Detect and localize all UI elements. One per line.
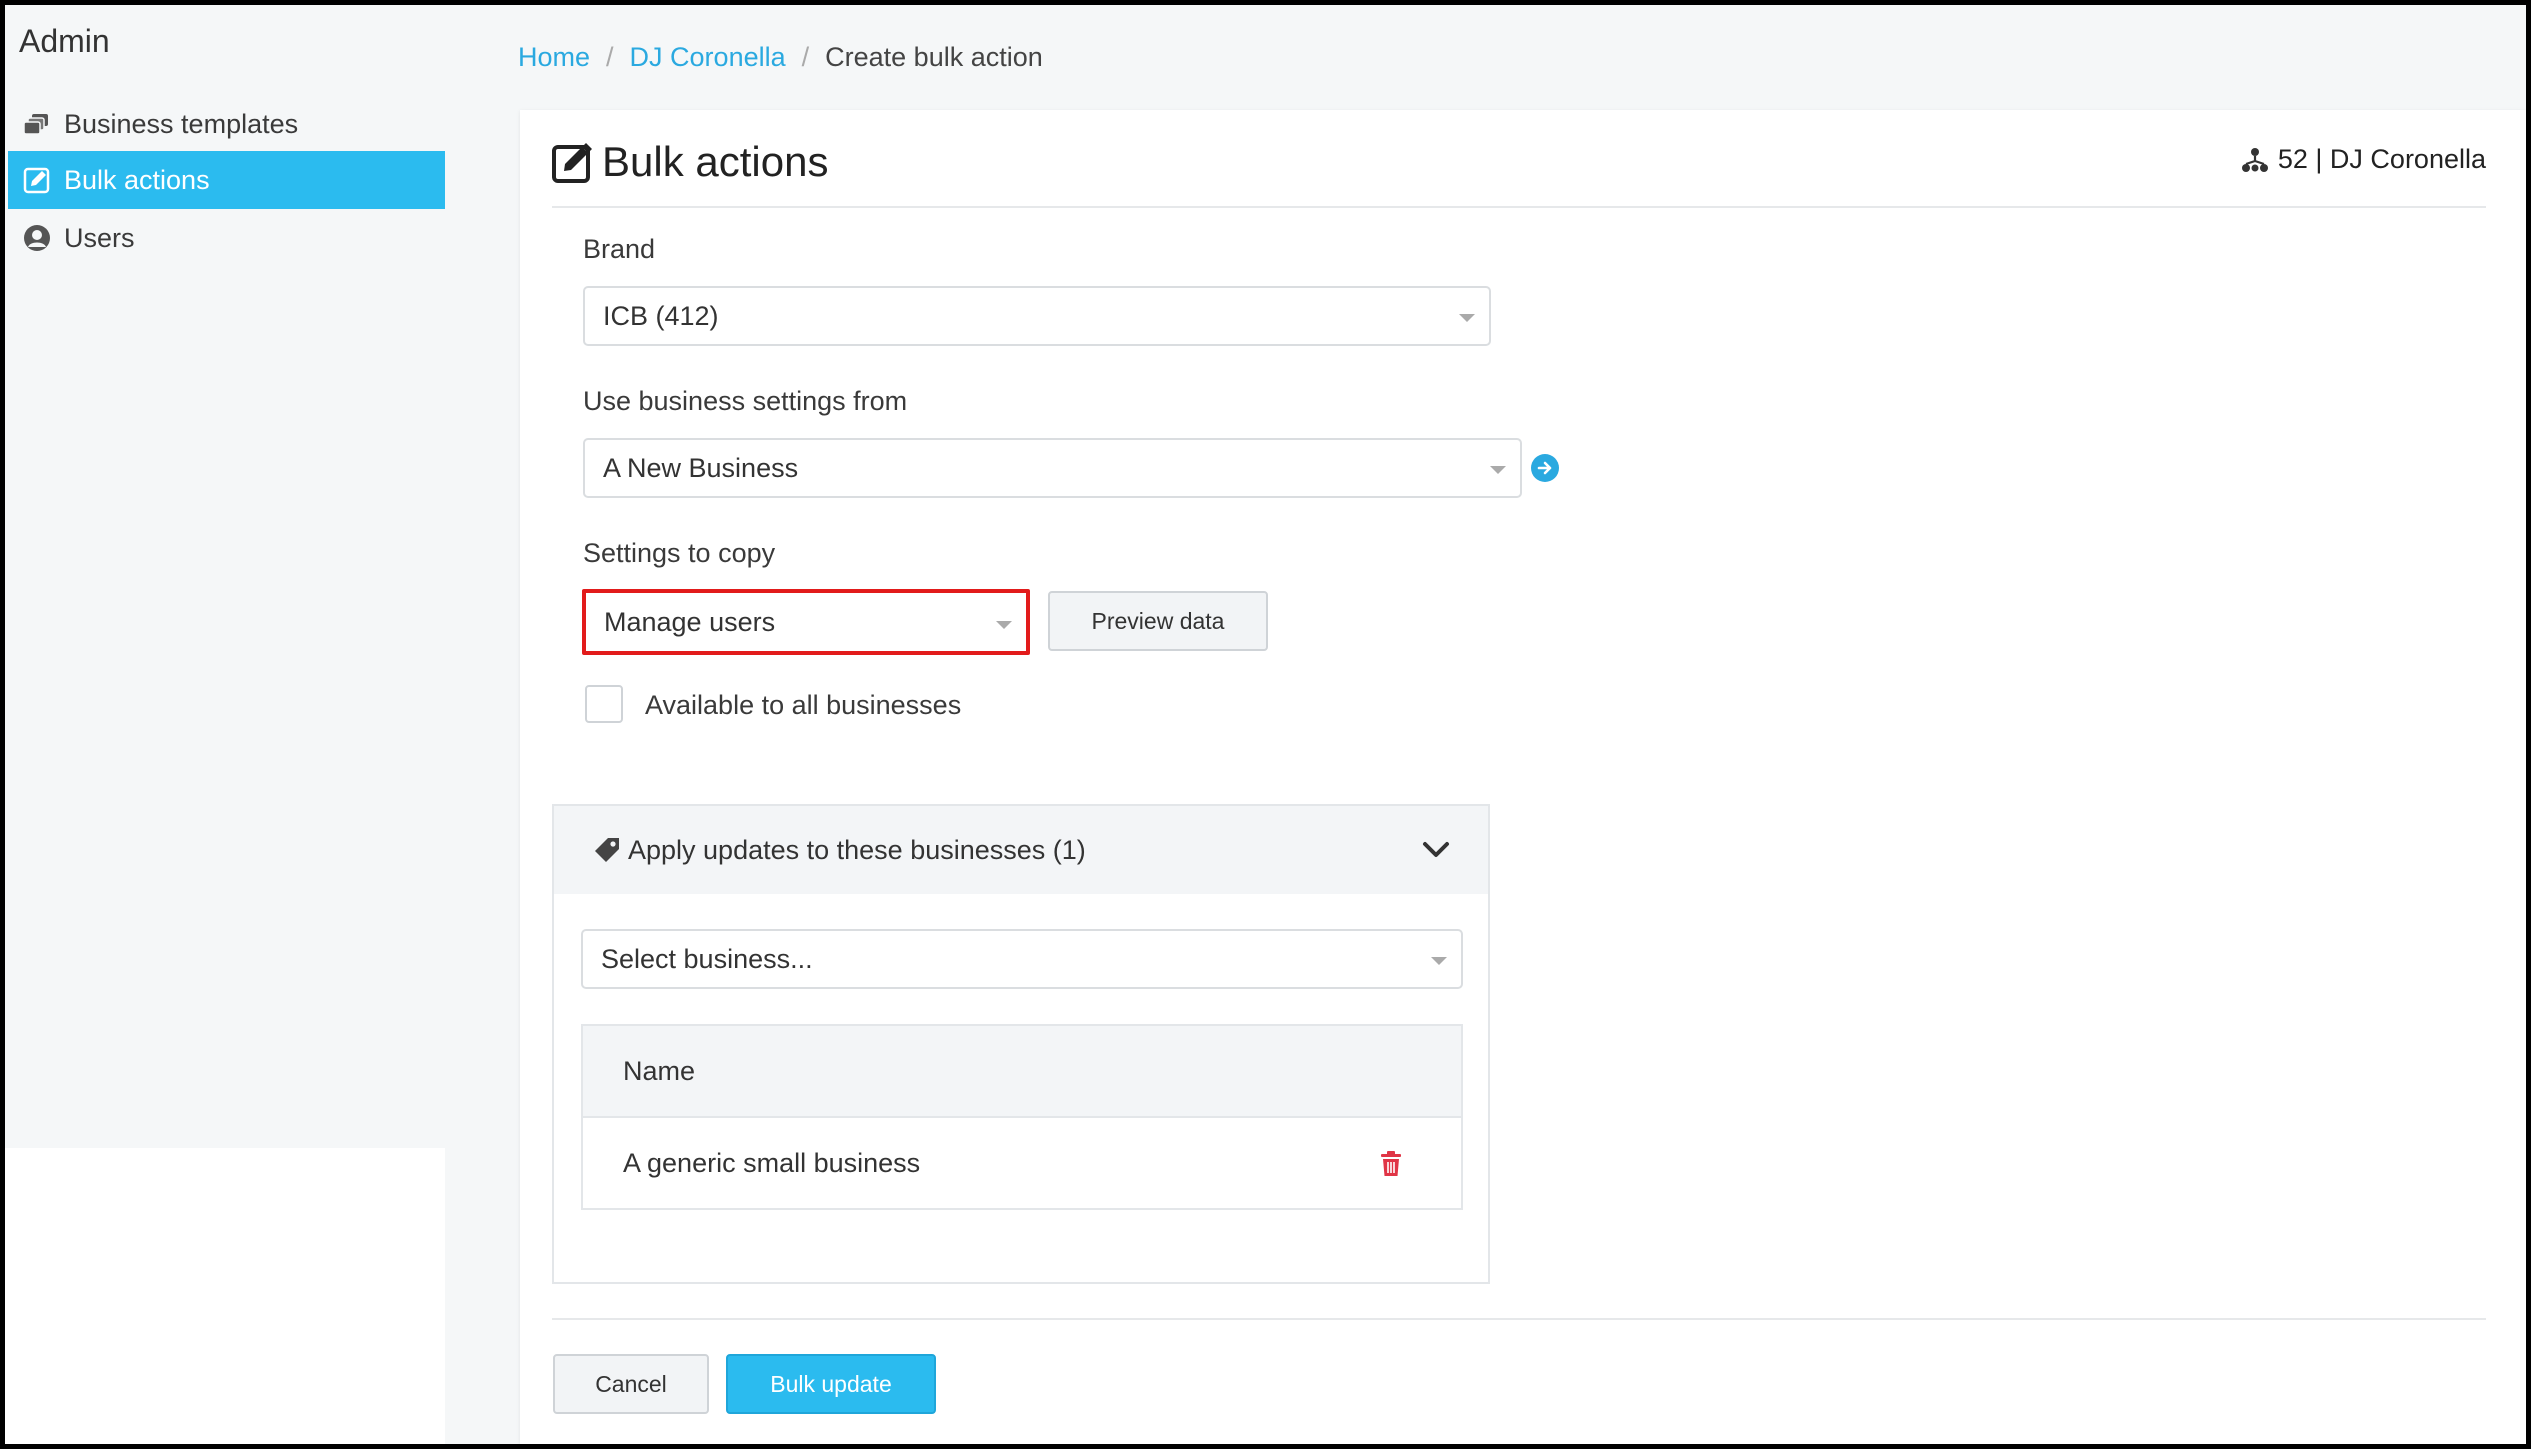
breadcrumb-separator: / (606, 42, 614, 72)
available-all-label: Available to all businesses (645, 690, 962, 720)
card-header: Bulk actions 52 | DJ Coronella (552, 132, 2486, 208)
trash-icon[interactable] (1379, 1150, 1403, 1178)
settings-select[interactable]: Manage users (582, 589, 1030, 655)
sidebar-item-label: Bulk actions (64, 164, 210, 195)
arrow-right-icon (1537, 461, 1552, 475)
go-to-business-button[interactable] (1531, 454, 1559, 482)
sidebar: Admin Business templates Bulk actions Us… (5, 5, 446, 1148)
available-all-checkbox[interactable] (585, 685, 623, 723)
breadcrumb-parent-link[interactable]: DJ Coronella (630, 42, 786, 73)
sidebar-item-label: Business templates (64, 108, 299, 139)
bulk-update-button[interactable]: Bulk update (726, 1354, 936, 1414)
chevron-down-icon (1459, 314, 1475, 322)
chevron-down-icon (1431, 957, 1447, 965)
breadcrumb-separator: / (801, 42, 810, 72)
bulk-action-card: Bulk actions 52 | DJ Coronella Brand ICB… (520, 110, 2526, 1444)
sidebar-item-bulk-actions[interactable]: Bulk actions (8, 151, 445, 209)
edit-icon (22, 165, 52, 195)
source-business-select[interactable]: A New Business (583, 438, 1522, 498)
chevron-down-icon (996, 621, 1012, 629)
source-business-label: Use business settings from (583, 386, 908, 416)
tag-icon (595, 838, 619, 862)
breadcrumb-current: Create bulk action (825, 42, 1043, 72)
business-name-cell: A generic small business (623, 1147, 921, 1178)
sidebar-item-users[interactable]: Users (8, 209, 445, 267)
sidebar-title: Admin (19, 23, 110, 59)
edit-icon (552, 143, 592, 183)
templates-icon (22, 109, 52, 139)
cancel-button[interactable]: Cancel (553, 1354, 709, 1414)
account-label: 52 | DJ Coronella (2277, 144, 2486, 174)
sidebar-item-label: Users (64, 222, 135, 253)
page-title: Bulk actions (602, 138, 829, 185)
business-select-placeholder: Select business... (601, 943, 813, 974)
org-tree-icon (2241, 147, 2268, 172)
businesses-panel-header[interactable]: Apply updates to these businesses (1) (554, 806, 1488, 894)
preview-data-button[interactable]: Preview data (1048, 591, 1268, 651)
brand-label: Brand (583, 234, 656, 264)
column-header-name: Name (623, 1055, 696, 1086)
source-business-value: A New Business (603, 452, 799, 483)
brand-select[interactable]: ICB (412) (583, 286, 1491, 346)
businesses-table: Name A generic small business (581, 1024, 1463, 1210)
chevron-down-icon[interactable] (1420, 834, 1452, 866)
page-title-wrap: Bulk actions (552, 138, 828, 186)
table-header: Name (583, 1026, 1461, 1118)
user-circle-icon (22, 223, 52, 253)
brand-select-value: ICB (412) (603, 300, 719, 331)
footer-divider (552, 1318, 2486, 1320)
chevron-down-icon (1490, 466, 1506, 474)
businesses-panel-title: Apply updates to these businesses (1) (628, 834, 1086, 865)
breadcrumb: Home / DJ Coronella / Create bulk action (518, 42, 1043, 73)
breadcrumb-home-link[interactable]: Home (518, 42, 590, 73)
settings-label: Settings to copy (583, 538, 776, 568)
business-select[interactable]: Select business... (581, 929, 1463, 989)
account-indicator[interactable]: 52 | DJ Coronella (2240, 144, 2486, 175)
businesses-panel: Apply updates to these businesses (1) Se… (552, 804, 1490, 1284)
table-row: A generic small business (583, 1118, 1461, 1208)
settings-select-value: Manage users (604, 606, 776, 637)
sidebar-item-business-templates[interactable]: Business templates (8, 95, 445, 153)
